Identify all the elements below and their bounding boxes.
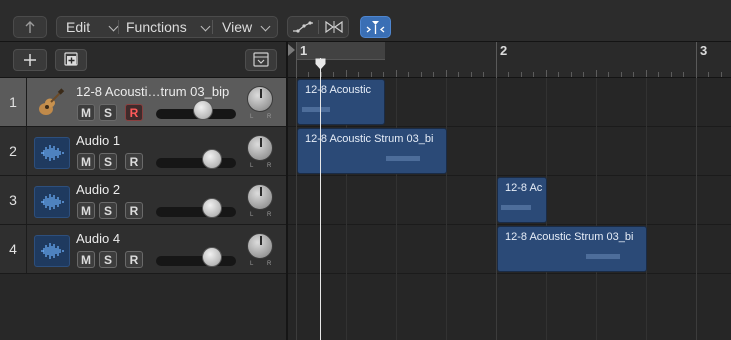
track-header-3[interactable]: 3 Audio 2 M S R L R — [0, 176, 287, 225]
audio-waveform-icon[interactable] — [34, 137, 70, 169]
region-waveform — [501, 205, 531, 210]
grid-line — [446, 78, 447, 340]
flex-time-icon — [325, 20, 343, 34]
track-name[interactable]: 12-8 Acousti…trum 03_bip — [76, 84, 229, 99]
solo-button[interactable]: S — [99, 104, 117, 121]
solo-button[interactable]: S — [99, 153, 117, 170]
pan-left-label: L — [250, 212, 254, 218]
add-track-button[interactable] — [13, 49, 47, 71]
record-enable-button[interactable]: R — [125, 153, 143, 170]
region-name: 12-8 Acoustic — [305, 84, 372, 96]
grid-line — [596, 78, 597, 340]
add-folder-stack-icon — [64, 52, 78, 66]
automation-button[interactable] — [288, 17, 318, 37]
track-header-1[interactable]: 1 12-8 Acousti…trum 03_bip M S R L R — [0, 78, 287, 127]
volume-slider-knob[interactable] — [202, 149, 222, 169]
mute-button[interactable]: M — [77, 251, 95, 268]
automation-flex-group — [287, 16, 349, 38]
solo-button[interactable]: S — [99, 251, 117, 268]
chevron-down-icon — [260, 21, 271, 32]
pan-left-label: L — [250, 261, 254, 267]
menu-bar-group: Edit Functions View — [56, 16, 278, 38]
pan-knob[interactable] — [247, 86, 273, 112]
region-waveform — [386, 156, 420, 161]
pan-knob[interactable] — [247, 135, 273, 161]
track-header-options-button[interactable] — [245, 49, 277, 71]
chevron-down-icon — [200, 21, 211, 32]
record-enable-button[interactable]: R — [125, 104, 143, 121]
record-enable-button[interactable]: R — [125, 202, 143, 219]
track-list-empty-area[interactable] — [0, 274, 286, 340]
region-name: 12-8 Acoustic Strum 03_bi — [305, 133, 434, 145]
pan-knob[interactable] — [247, 233, 273, 259]
volume-slider-knob[interactable] — [202, 247, 222, 267]
track-number: 3 — [0, 176, 27, 224]
mute-button[interactable]: M — [77, 202, 95, 219]
grid-line — [696, 78, 697, 340]
flex-button[interactable] — [319, 17, 349, 37]
audio-region[interactable]: 12-8 Acoustic — [297, 79, 385, 125]
new-track-with-settings-button[interactable] — [55, 49, 87, 71]
audio-region[interactable]: 12-8 Acoustic Strum 03_bi — [497, 226, 647, 272]
pan-right-label: R — [267, 114, 272, 120]
view-menu[interactable]: View — [222, 17, 274, 37]
pan-right-label: R — [267, 212, 272, 218]
playhead-handle-icon[interactable] — [315, 58, 326, 70]
grid-line — [396, 78, 397, 340]
track-name[interactable]: Audio 1 — [76, 133, 120, 148]
pan-knob[interactable] — [247, 184, 273, 210]
playhead-line[interactable] — [320, 58, 321, 340]
track-number: 2 — [0, 127, 27, 175]
pan-right-label: R — [267, 261, 272, 267]
region-name: 12-8 Ac — [505, 182, 543, 194]
mute-button[interactable]: M — [77, 153, 95, 170]
functions-menu[interactable]: Functions — [126, 17, 212, 37]
track-name[interactable]: Audio 4 — [76, 231, 120, 246]
audio-region[interactable]: 12-8 Ac — [497, 177, 547, 223]
menu-separator — [118, 20, 119, 34]
volume-slider-track[interactable] — [156, 207, 236, 217]
track-number: 4 — [0, 225, 27, 273]
catch-playhead-icon — [366, 21, 385, 34]
acoustic-guitar-icon[interactable] — [34, 88, 68, 118]
record-enable-button[interactable]: R — [125, 251, 143, 268]
pan-right-label: R — [267, 163, 272, 169]
chevron-down-icon — [108, 21, 119, 32]
edit-menu-label: Edit — [66, 19, 91, 35]
pan-left-label: L — [250, 114, 254, 120]
solo-button[interactable]: S — [99, 202, 117, 219]
track-header-2[interactable]: 2 Audio 1 M S R L R — [0, 127, 287, 176]
menu-separator — [212, 20, 213, 34]
automation-curve-icon — [293, 21, 313, 33]
back-button[interactable] — [13, 16, 47, 38]
dropdown-box-icon — [253, 52, 269, 67]
view-menu-label: View — [222, 19, 253, 35]
edit-menu[interactable]: Edit — [66, 17, 119, 37]
track-header-bar — [0, 42, 287, 78]
main-toolbar: Edit Functions View — [0, 0, 731, 42]
back-arrow-icon — [25, 21, 35, 33]
mute-button[interactable]: M — [77, 104, 95, 121]
track-name[interactable]: Audio 2 — [76, 182, 120, 197]
grid-line — [646, 78, 647, 340]
bar-ruler[interactable]: 1 2 3 — [288, 42, 731, 78]
plus-icon — [24, 54, 36, 66]
functions-menu-label: Functions — [126, 19, 187, 35]
volume-slider-knob[interactable] — [193, 100, 213, 120]
catch-playhead-button[interactable] — [360, 16, 391, 38]
region-waveform — [586, 254, 620, 259]
volume-slider-knob[interactable] — [202, 198, 222, 218]
volume-slider-track[interactable] — [156, 256, 236, 266]
tracks-area[interactable]: 12-8 Acoustic 12-8 Acoustic Strum 03_bi … — [288, 78, 731, 340]
region-name: 12-8 Acoustic Strum 03_bi — [505, 231, 634, 243]
ruler-ticks — [308, 70, 722, 77]
track-number: 1 — [0, 78, 27, 126]
audio-waveform-icon[interactable] — [34, 186, 70, 218]
volume-slider-track[interactable] — [156, 158, 236, 168]
audio-waveform-icon[interactable] — [34, 235, 70, 267]
pan-left-label: L — [250, 163, 254, 169]
track-header-4[interactable]: 4 Audio 4 M S R L R — [0, 225, 287, 274]
region-waveform — [302, 107, 330, 112]
